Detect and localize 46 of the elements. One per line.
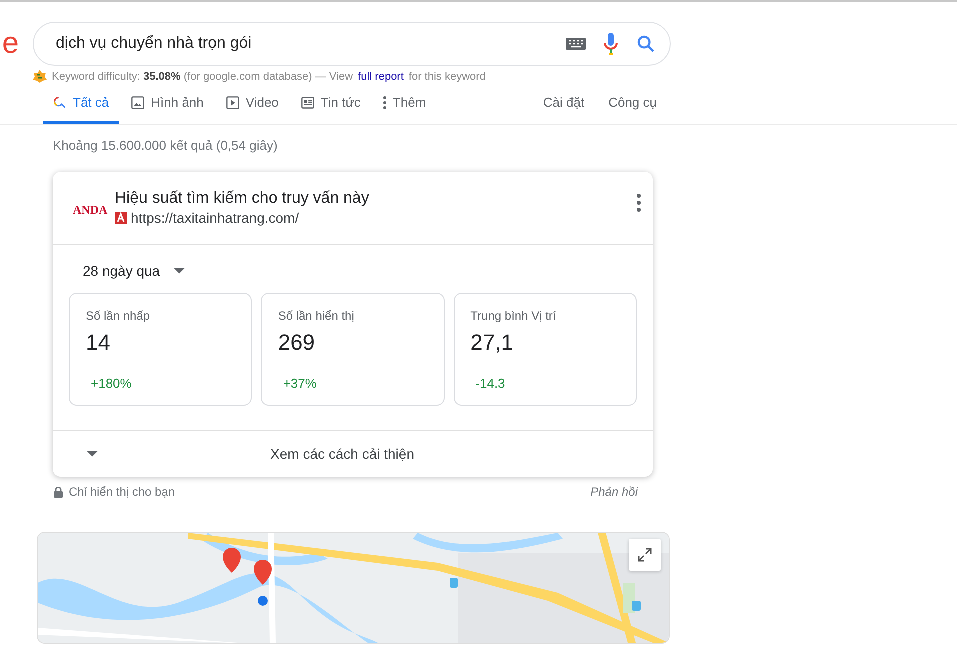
search-icon[interactable] (636, 34, 656, 54)
metric-label: Số lần hiển thị (278, 309, 356, 323)
more-options-icon[interactable] (637, 194, 641, 212)
metric-change: +180% (91, 376, 133, 391)
tools-link[interactable]: Cài đặt (543, 95, 585, 110)
metric-change: -14.3 (476, 376, 506, 391)
company-logo: ANDA (73, 203, 109, 218)
metric-value: 27,1 (470, 330, 514, 356)
metric-change: +37% (283, 376, 318, 391)
search-field[interactable]: dịch vụ chuyển nhà trọn gói (54, 34, 548, 54)
full-report-link[interactable]: full report (358, 70, 404, 82)
news-icon (300, 96, 315, 110)
result-stats: Khoảng 15.600.000 kết quả (0,54 giây) (53, 138, 279, 153)
search-tab[interactable]: Hình ảnh (121, 95, 214, 124)
keyboard-icon[interactable] (566, 38, 586, 50)
card-title: Hiệu suất tìm kiếm cho truy vấn này (115, 190, 370, 208)
search-tab[interactable]: Video (216, 95, 289, 124)
microphone-icon[interactable] (604, 33, 618, 55)
caret-icon (87, 451, 98, 457)
lock-icon (54, 486, 63, 498)
seo-badge-icon (33, 70, 47, 83)
image-icon (131, 96, 146, 110)
period-dropdown[interactable]: 28 ngày qua (69, 263, 186, 279)
favicon-icon (115, 212, 127, 224)
play-icon (226, 96, 240, 110)
feedback-link[interactable]: Phản hồi (590, 485, 638, 499)
improve-toggle[interactable]: Xem các cách cải thiện (53, 431, 653, 477)
search-tab[interactable]: Tin tức (290, 95, 371, 124)
search-bar[interactable]: dịch vụ chuyển nhà trọn gói (33, 22, 671, 66)
more-icon (382, 96, 387, 110)
search-tab[interactable]: Tất cả (43, 95, 120, 124)
keyword-difficulty-text: Keyword difficulty: 35.08% (for google.com database) — View (52, 70, 354, 82)
metric-label: Trung bình Vị trí (470, 309, 558, 323)
keyword-suffix-text: for this keyword (408, 70, 486, 82)
privacy-note: Chỉ hiển thị cho bạn (69, 485, 176, 499)
metric-label: Số lần nhấp (86, 309, 152, 323)
metric-value: 14 (86, 330, 112, 356)
tools-link[interactable]: Công cụ (608, 95, 657, 110)
search-tab[interactable]: Thêm (372, 95, 436, 124)
metric-value: 269 (278, 330, 316, 356)
search-icon (53, 96, 67, 110)
expand-icon (637, 547, 653, 563)
logo-letter[interactable]: e (0, 27, 33, 61)
fullscreen-button[interactable] (629, 539, 661, 571)
caret-icon (174, 268, 186, 274)
site-url[interactable]: https://taxitainhatrang.com/ (131, 210, 300, 226)
